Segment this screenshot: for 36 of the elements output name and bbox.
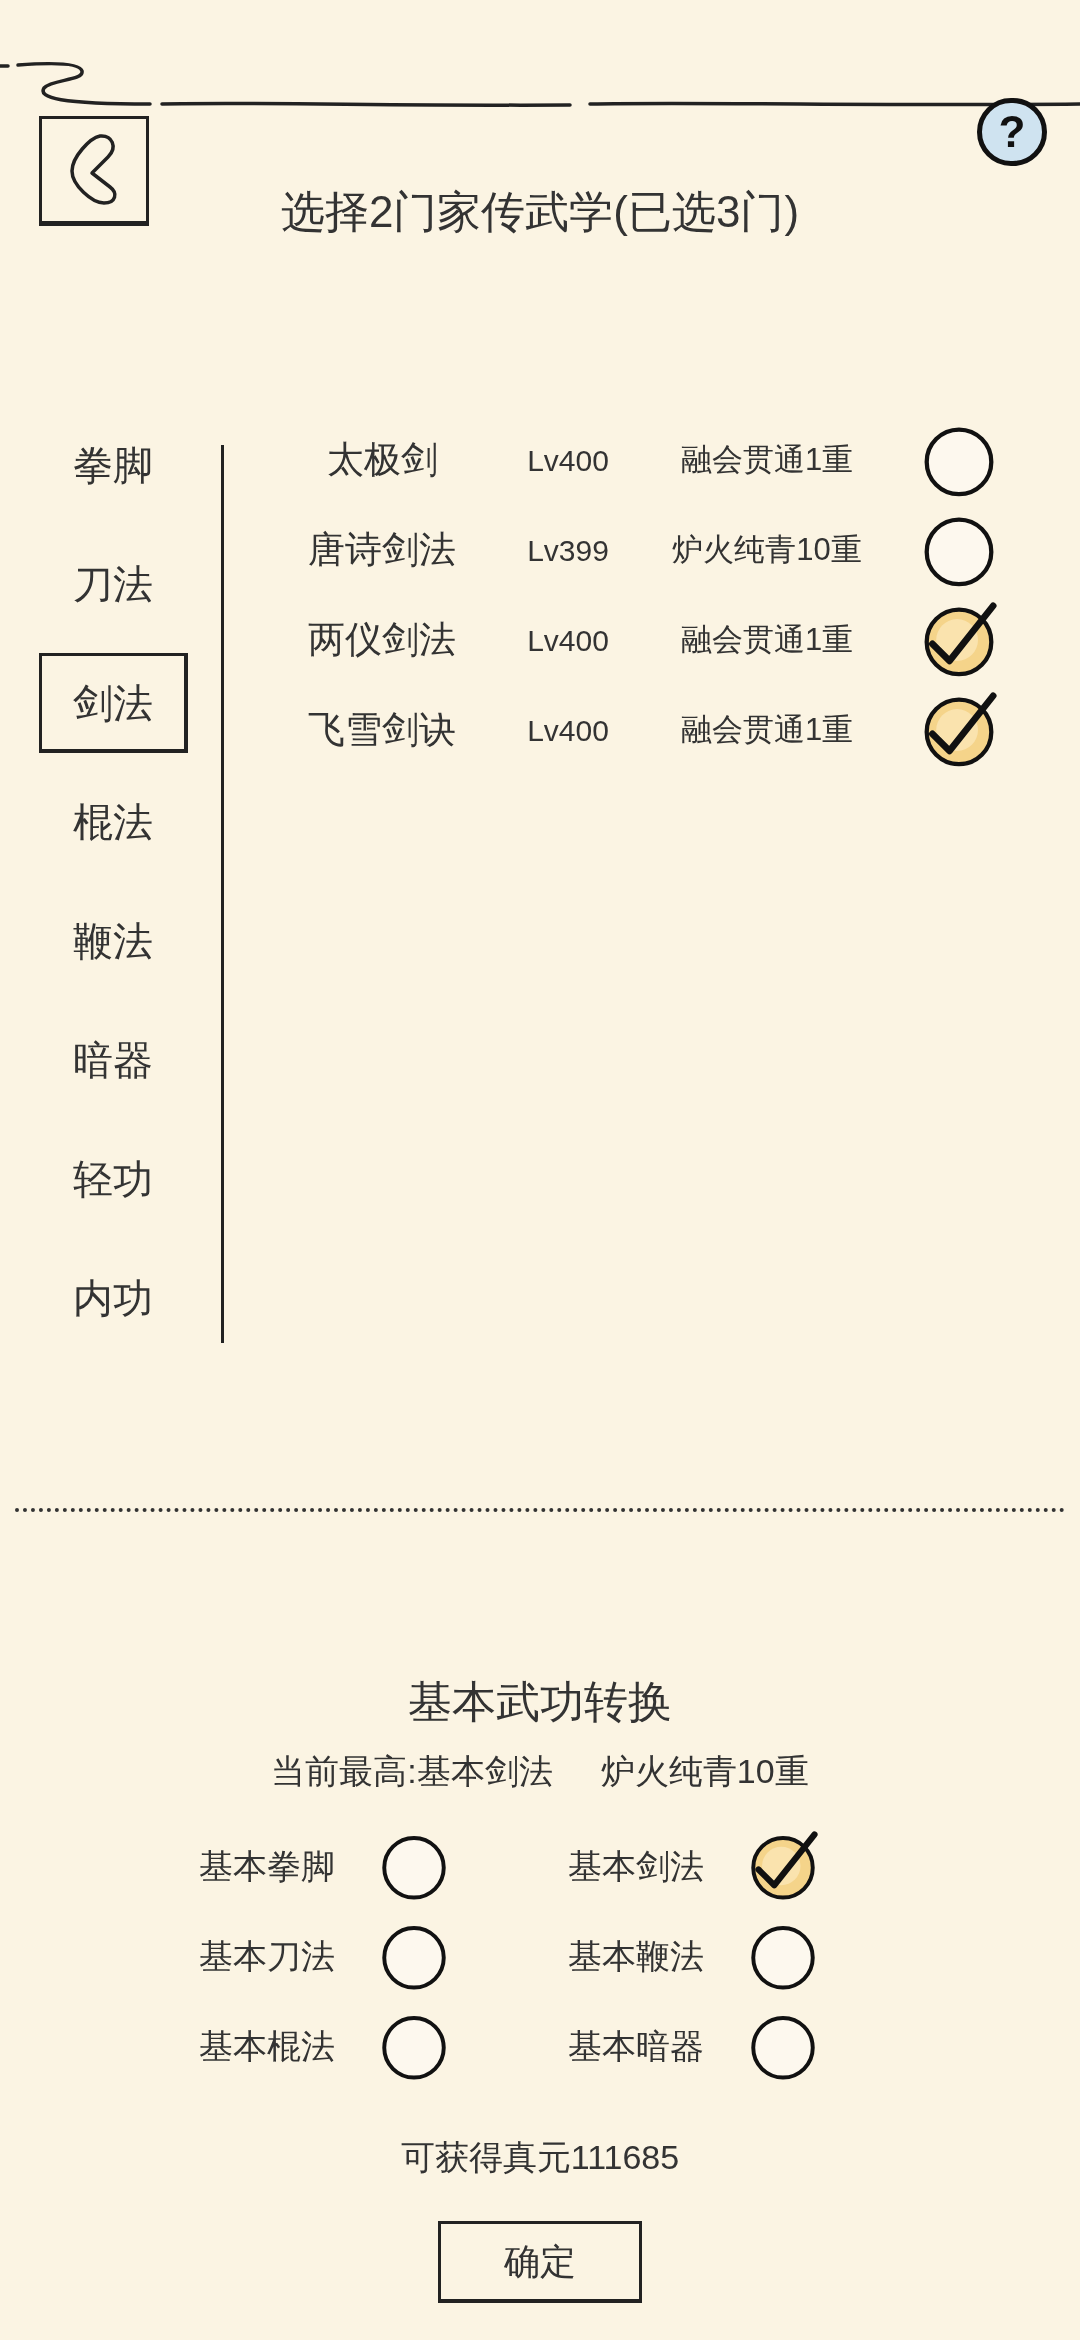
current-realm-text: 炉火纯青10重 [600,1751,809,1792]
option-label: 基本剑法 [568,1845,704,1887]
option-label: 基本鞭法 [568,1935,704,1977]
skill-name: 两仪剑法 [308,618,456,663]
skill-level: Lv400 [527,712,609,749]
page-title: 选择2门家传武学(已选3门) [280,186,800,238]
skill-realm: 炉火纯青10重 [672,530,862,569]
skill-name: 太极剑 [326,438,438,483]
skill-realm: 融会贯通1重 [680,620,854,659]
skill-realm: 融会贯通1重 [680,440,854,479]
category-tab[interactable]: 鞭法 [39,891,188,991]
back-icon [68,133,120,207]
confirm-button[interactable]: 确定 [438,2221,642,2303]
skill-level: Lv400 [527,622,609,659]
checkbox[interactable] [748,1831,818,1901]
category-tab[interactable]: 剑法 [39,653,188,753]
reward-text: 可获得真元111685 [400,2137,680,2178]
skill-name: 飞雪剑诀 [308,708,456,753]
category-tab[interactable]: 刀法 [39,534,188,634]
skill-name: 唐诗剑法 [308,528,456,573]
current-highest-text: 当前最高:基本剑法 [271,1751,553,1792]
category-tab[interactable]: 暗器 [39,1010,188,1110]
option-label: 基本拳脚 [199,1845,335,1887]
category-tab[interactable]: 棍法 [39,772,188,872]
category-tab[interactable]: 内功 [39,1248,188,1348]
skill-level: Lv399 [527,532,609,569]
category-tab[interactable]: 拳脚 [39,415,188,515]
option-label: 基本暗器 [568,2025,704,2067]
back-button[interactable] [39,116,149,226]
section-title: 基本武功转换 [408,1676,672,1728]
option-label: 基本棍法 [199,2025,335,2067]
skill-realm: 融会贯通1重 [680,710,854,749]
option-label: 基本刀法 [199,1935,335,1977]
category-tab[interactable]: 轻功 [39,1129,188,1229]
skill-level: Lv400 [527,442,609,479]
help-button[interactable]: ? [977,98,1047,166]
